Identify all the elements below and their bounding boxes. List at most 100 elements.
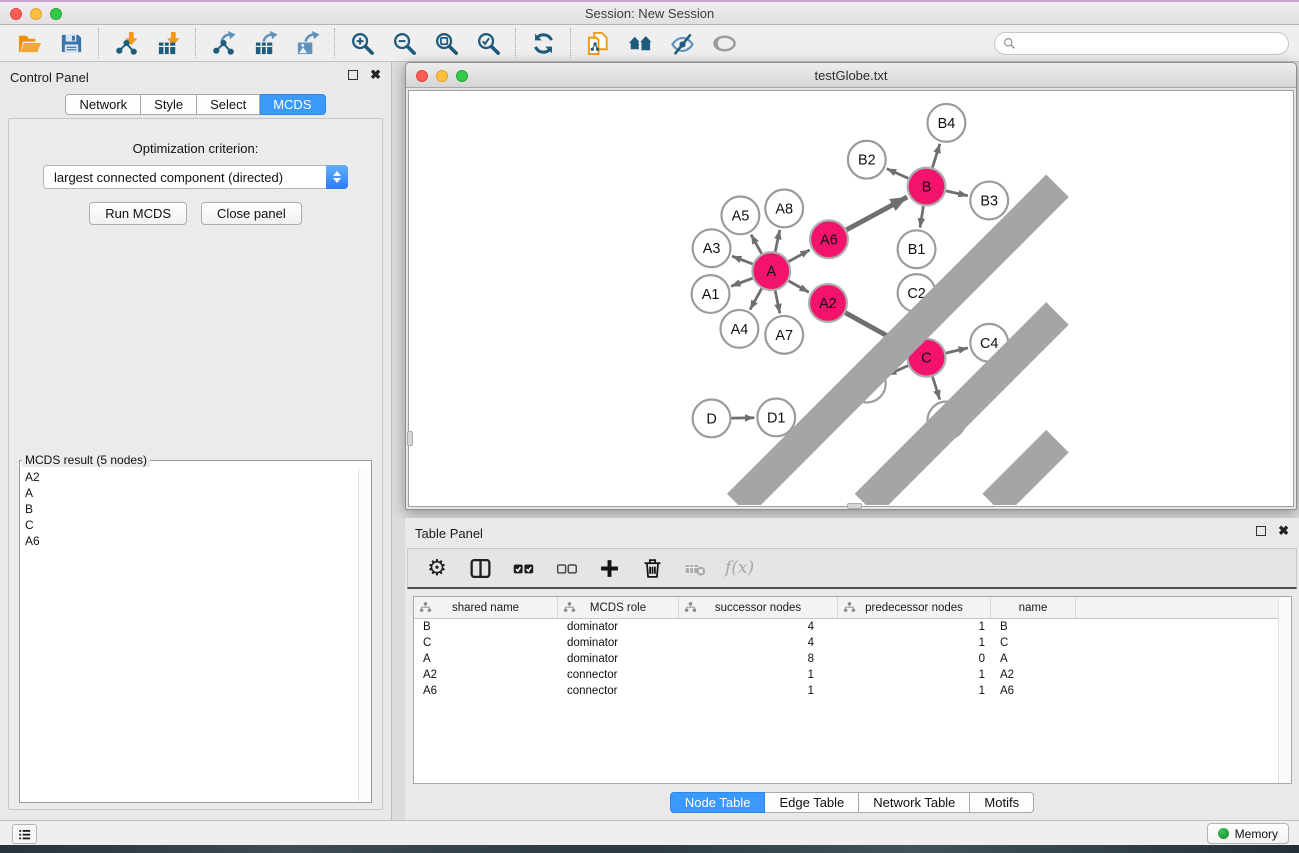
search-input[interactable] [1021, 37, 1280, 51]
table-row[interactable]: A6connector11A6 [414, 683, 1291, 699]
memory-button[interactable]: Memory [1207, 823, 1289, 844]
column-header-successor-nodes[interactable]: successor nodes [679, 597, 838, 618]
tab-edge-table[interactable]: Edge Table [765, 792, 859, 813]
gear-icon[interactable]: ⚙ [424, 555, 450, 581]
zoom-selected-icon[interactable] [473, 28, 503, 58]
save-session-icon[interactable] [56, 28, 86, 58]
criterion-dropdown[interactable]: largest connected component (directed) [43, 165, 348, 189]
split-columns-icon[interactable] [467, 555, 493, 581]
column-header-name[interactable]: name [991, 597, 1076, 618]
toolbar-icon-groups [8, 28, 745, 58]
export-network-icon[interactable] [208, 28, 238, 58]
table-cell[interactable]: 1 [679, 683, 838, 699]
table-cell[interactable]: C [991, 635, 1076, 651]
table-cell[interactable]: dominator [558, 651, 679, 667]
table-row[interactable]: A2connector11A2 [414, 667, 1291, 683]
column-header-predecessor-nodes[interactable]: predecessor nodes [838, 597, 991, 618]
mcds-result-item[interactable]: A2 [21, 469, 357, 485]
network-window-titlebar[interactable]: testGlobe.txt [406, 63, 1296, 88]
tab-node-table[interactable]: Node Table [670, 792, 766, 813]
tab-style[interactable]: Style [141, 94, 197, 115]
refresh-layout-icon[interactable] [528, 28, 558, 58]
table-cell[interactable]: B [991, 619, 1076, 635]
table-cell[interactable]: A2 [991, 667, 1076, 683]
tab-select[interactable]: Select [197, 94, 260, 115]
open-folder-icon[interactable] [14, 28, 44, 58]
first-neighbors-icon[interactable] [625, 28, 655, 58]
mcds-result-item[interactable]: B [21, 501, 357, 517]
column-header-shared-name[interactable]: shared name [414, 597, 558, 618]
table-cell[interactable]: dominator [558, 635, 679, 651]
run-mcds-button[interactable]: Run MCDS [89, 202, 187, 225]
hide-selected-icon[interactable] [667, 28, 697, 58]
float-table-panel-icon[interactable] [1256, 526, 1266, 536]
table-row[interactable]: Cdominator41C [414, 635, 1291, 651]
show-all-icon[interactable] [709, 28, 739, 58]
delete-table-icon[interactable] [682, 555, 708, 581]
zoom-out-icon[interactable] [389, 28, 419, 58]
zoom-fit-icon[interactable] [431, 28, 461, 58]
table-cell[interactable]: dominator [558, 619, 679, 635]
export-image-icon[interactable] [292, 28, 322, 58]
close-panel-icon[interactable]: ✖ [370, 70, 381, 80]
list-icon [17, 827, 32, 842]
close-network-window-icon[interactable] [416, 70, 428, 82]
criterion-dropdown-value: largest connected component (directed) [44, 170, 347, 185]
clone-network-icon[interactable] [583, 28, 613, 58]
table-cell[interactable]: A6 [991, 683, 1076, 699]
tab-mcds[interactable]: MCDS [260, 94, 325, 115]
column-header-label: MCDS role [590, 602, 646, 614]
table-row[interactable]: Adominator80A [414, 651, 1291, 667]
mcds-result-item[interactable]: C [21, 517, 357, 533]
table-cell[interactable]: 1 [679, 667, 838, 683]
select-all-icon[interactable] [510, 555, 536, 581]
table-cell[interactable]: connector [558, 667, 679, 683]
tab-network-table[interactable]: Network Table [859, 792, 970, 813]
close-window-icon[interactable] [10, 8, 22, 20]
table-cell[interactable]: 1 [838, 683, 991, 699]
task-history-button[interactable] [12, 824, 37, 844]
table-cell[interactable]: A6 [414, 683, 558, 699]
import-table-icon[interactable] [153, 28, 183, 58]
deselect-all-icon[interactable] [553, 555, 579, 581]
column-header-MCDS-role[interactable]: MCDS role [558, 597, 679, 618]
table-cell[interactable]: A2 [414, 667, 558, 683]
table-cell[interactable]: 8 [679, 651, 838, 667]
function-builder-icon[interactable]: f(x) [725, 555, 754, 581]
table-cell[interactable]: C [414, 635, 558, 651]
zoom-network-window-icon[interactable] [456, 70, 468, 82]
table-cell[interactable]: A [414, 651, 558, 667]
table-panel-header: Table Panel ✖ [405, 518, 1299, 544]
result-scrollbar[interactable] [358, 469, 371, 801]
tab-motifs[interactable]: Motifs [970, 792, 1034, 813]
table-cell[interactable]: A [991, 651, 1076, 667]
zoom-window-icon[interactable] [50, 8, 62, 20]
float-panel-icon[interactable] [348, 70, 358, 80]
import-network-icon[interactable] [111, 28, 141, 58]
zoom-in-icon[interactable] [347, 28, 377, 58]
table-cell[interactable]: 1 [838, 635, 991, 651]
table-cell[interactable]: 0 [838, 651, 991, 667]
tab-network[interactable]: Network [65, 94, 141, 115]
close-panel-button[interactable]: Close panel [201, 202, 302, 225]
table-cell[interactable]: 1 [838, 619, 991, 635]
search-field[interactable] [994, 32, 1289, 55]
table-cell[interactable]: connector [558, 683, 679, 699]
table-cell[interactable]: 4 [679, 635, 838, 651]
export-table-icon[interactable] [250, 28, 280, 58]
mcds-panel: Optimization criterion: largest connecte… [8, 118, 383, 810]
network-canvas[interactable]: B4B2BB3A8A5A6A3B1AC2A1A2A4A7C4CC1C3DD1 [408, 90, 1294, 507]
table-cell[interactable]: 1 [838, 667, 991, 683]
resize-grip-icon[interactable] [408, 90, 1292, 505]
close-table-panel-icon[interactable]: ✖ [1278, 526, 1289, 536]
add-column-icon[interactable] [596, 555, 622, 581]
delete-column-icon[interactable] [639, 555, 665, 581]
minimize-window-icon[interactable] [30, 8, 42, 20]
table-row[interactable]: Bdominator41B [414, 619, 1291, 635]
table-cell[interactable]: 4 [679, 619, 838, 635]
table-cell[interactable]: B [414, 619, 558, 635]
mcds-result-item[interactable]: A6 [21, 533, 357, 549]
minimize-network-window-icon[interactable] [436, 70, 448, 82]
table-scrollbar[interactable] [1278, 597, 1291, 783]
mcds-result-item[interactable]: A [21, 485, 357, 501]
